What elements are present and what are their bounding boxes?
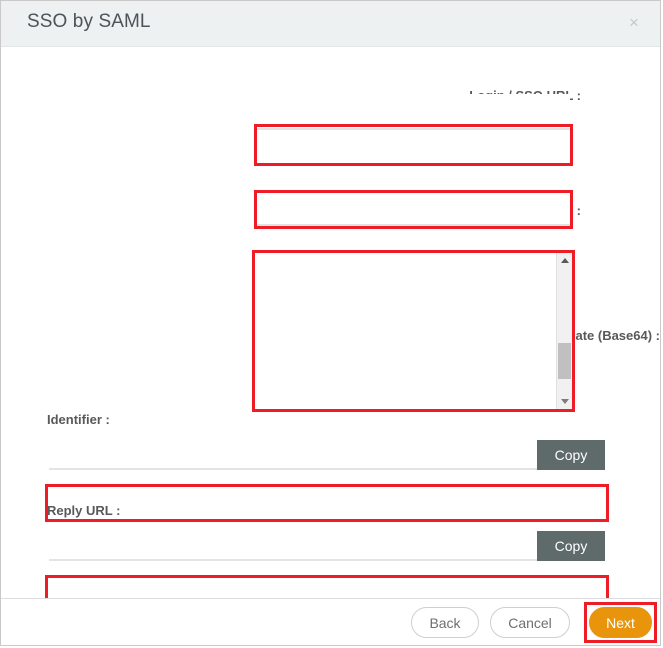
- back-button[interactable]: Back: [411, 607, 479, 638]
- reply-url-copy-button[interactable]: Copy: [537, 531, 605, 561]
- identifier-output-input[interactable]: [49, 440, 537, 470]
- dialog-header: SSO by SAML ×: [1, 1, 660, 47]
- identifier-copy-button[interactable]: Copy: [537, 440, 605, 470]
- reply-url-output-input[interactable]: [49, 531, 537, 561]
- next-button[interactable]: Next: [589, 607, 652, 638]
- scroll-up-arrow-icon[interactable]: [557, 253, 572, 268]
- close-icon[interactable]: ×: [624, 13, 644, 33]
- reply-url-output-label: Reply URL :: [47, 503, 121, 518]
- annotation-box-identifier: [45, 484, 609, 522]
- login-url-input[interactable]: [257, 94, 570, 130]
- dialog-footer: Back Cancel Next: [1, 598, 660, 645]
- scrollbar-thumb[interactable]: [558, 343, 571, 379]
- dialog-body: Login / SSO URL : Identifier / Entity ID…: [1, 47, 660, 613]
- certificate-textarea[interactable]: [255, 253, 557, 409]
- entity-id-input[interactable]: [257, 194, 570, 226]
- certificate-scrollbar[interactable]: [556, 253, 572, 409]
- scroll-down-arrow-icon[interactable]: [557, 394, 572, 409]
- identifier-output-label: Identifier :: [47, 412, 110, 427]
- sso-saml-dialog: SSO by SAML × Login / SSO URL : Identifi…: [0, 0, 661, 646]
- identifier-copy-group: Copy: [49, 440, 605, 470]
- certificate-textarea-wrapper: [254, 252, 573, 410]
- reply-url-copy-group: Copy: [49, 531, 605, 561]
- annotation-box-login-url: [254, 124, 573, 166]
- dialog-title: SSO by SAML: [27, 11, 151, 32]
- cancel-button[interactable]: Cancel: [490, 607, 570, 638]
